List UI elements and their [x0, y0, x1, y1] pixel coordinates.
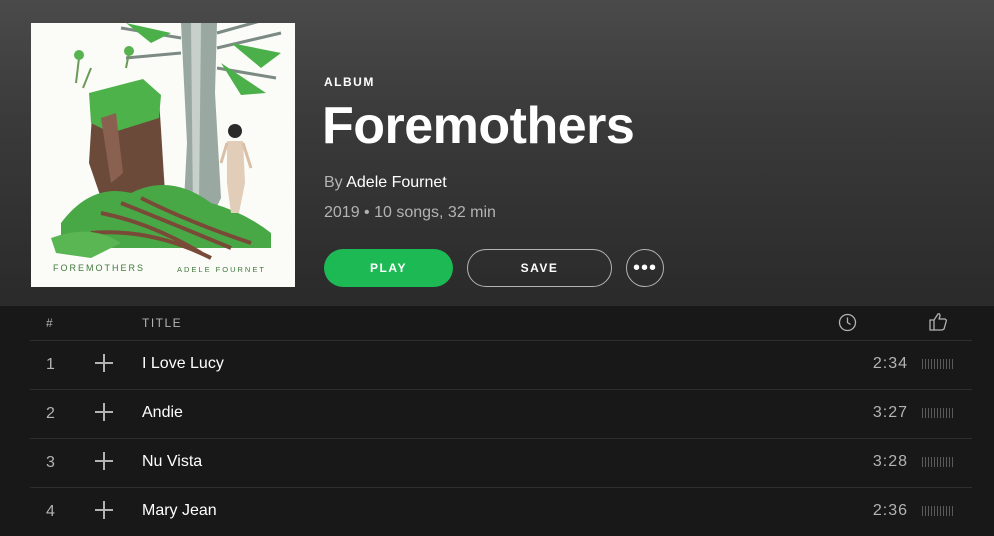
cover-title-text: FOREMOTHERS — [53, 263, 146, 273]
add-icon[interactable] — [95, 403, 113, 421]
track-number: 1 — [46, 356, 55, 373]
track-duration: 2:36 — [872, 502, 908, 519]
thumbs-up-icon[interactable] — [928, 312, 948, 331]
album-meta: 2019 • 10 songs, 32 min — [324, 204, 496, 221]
row-divider — [30, 438, 972, 439]
row-divider — [30, 340, 972, 341]
row-divider — [30, 389, 972, 390]
more-dots-icon: ••• — [632, 257, 657, 279]
tracklist-header: # TITLE — [0, 306, 994, 340]
add-icon[interactable] — [95, 501, 113, 519]
track-title[interactable]: Nu Vista — [142, 453, 202, 471]
track-row[interactable]: 2 Andie 3:27 — [0, 389, 994, 438]
track-number: 2 — [46, 405, 55, 422]
clock-icon[interactable] — [838, 313, 857, 332]
artist-link[interactable]: Adele Fournet — [346, 174, 447, 191]
cover-artwork — [31, 23, 295, 287]
track-row[interactable]: 1 I Love Lucy 2:34 — [0, 340, 994, 389]
popularity-bar — [922, 506, 958, 516]
popularity-bar — [922, 359, 958, 369]
add-icon[interactable] — [95, 354, 113, 372]
cover-artist-text: ADELE FOURNET — [177, 265, 266, 274]
track-title[interactable]: Mary Jean — [142, 502, 217, 520]
album-cover[interactable]: FOREMOTHERS ADELE FOURNET — [31, 23, 295, 287]
column-title[interactable]: TITLE — [142, 316, 182, 330]
add-icon[interactable] — [95, 452, 113, 470]
track-number: 4 — [46, 503, 55, 520]
popularity-bar — [922, 408, 958, 418]
column-number: # — [46, 316, 55, 330]
by-prefix: By — [324, 174, 343, 191]
play-button[interactable]: PLAY — [324, 249, 453, 287]
album-title: Foremothers — [322, 97, 635, 155]
save-button[interactable]: SAVE — [467, 249, 612, 287]
track-duration: 3:27 — [872, 404, 908, 421]
track-duration: 3:28 — [872, 453, 908, 470]
row-divider — [30, 487, 972, 488]
album-byline: By Adele Fournet — [324, 174, 447, 192]
album-type-label: ALBUM — [324, 75, 375, 89]
track-title[interactable]: Andie — [142, 404, 183, 422]
track-duration: 2:34 — [872, 355, 908, 372]
more-options-button[interactable]: ••• — [626, 249, 664, 287]
popularity-bar — [922, 457, 958, 467]
track-title[interactable]: I Love Lucy — [142, 355, 224, 373]
track-number: 3 — [46, 454, 55, 471]
track-row[interactable]: 3 Nu Vista 3:28 — [0, 438, 994, 487]
